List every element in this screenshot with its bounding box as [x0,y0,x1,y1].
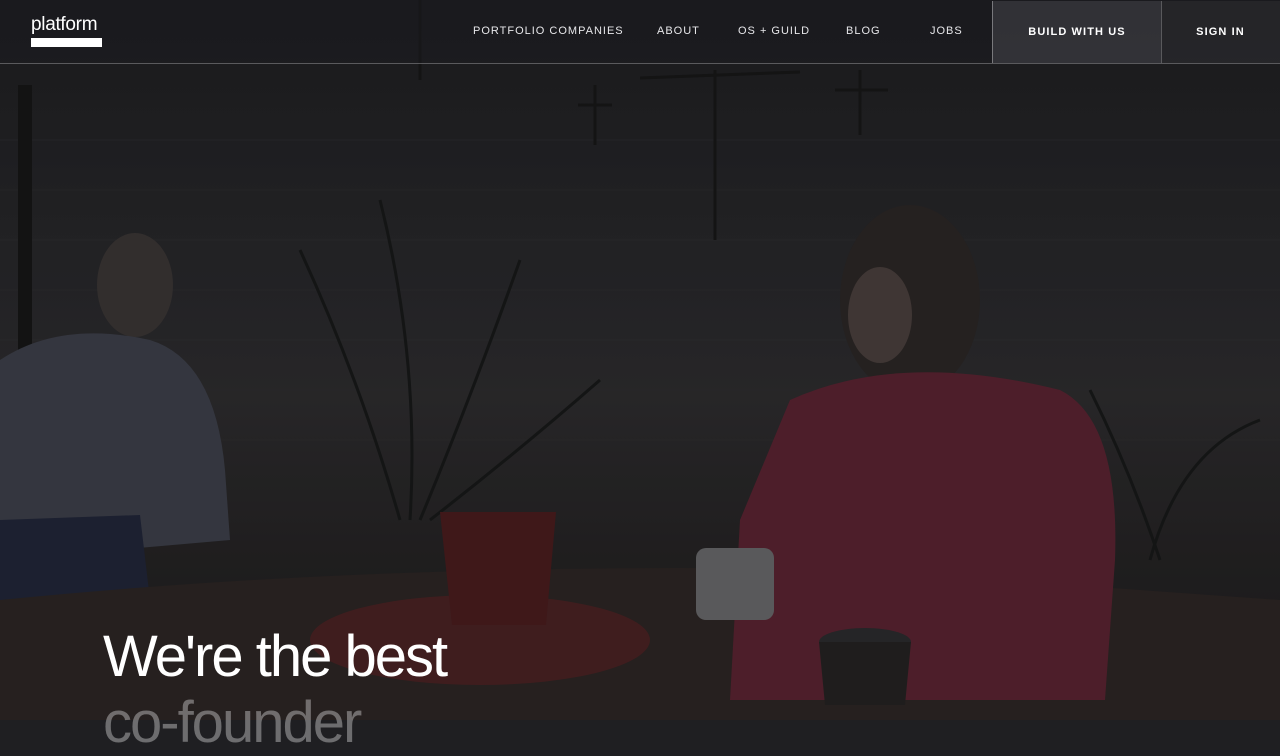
sign-in-button[interactable]: SIGN IN [1161,1,1280,63]
logo-text: platform [31,14,98,35]
nav-about[interactable]: ABOUT [657,25,700,37]
nav-os-guild[interactable]: OS + GUILD [738,25,810,37]
platform-logo[interactable]: platform [31,14,103,47]
nav-jobs[interactable]: JOBS [930,25,963,37]
build-with-us-button[interactable]: BUILD WITH US [992,1,1162,63]
hero-headline-line1: We're the best [103,624,448,689]
site-header: platform PORTFOLIO COMPANIES ABOUT OS + … [0,0,1280,64]
nav-blog[interactable]: BLOG [846,25,881,37]
logo-underline-bar [31,38,102,47]
hero-headline: We're the best co-founder [103,624,448,756]
nav-portfolio-companies[interactable]: PORTFOLIO COMPANIES [473,25,624,37]
hero-background-image [0,0,1280,720]
hero-headline-line2: co-founder [103,690,362,755]
